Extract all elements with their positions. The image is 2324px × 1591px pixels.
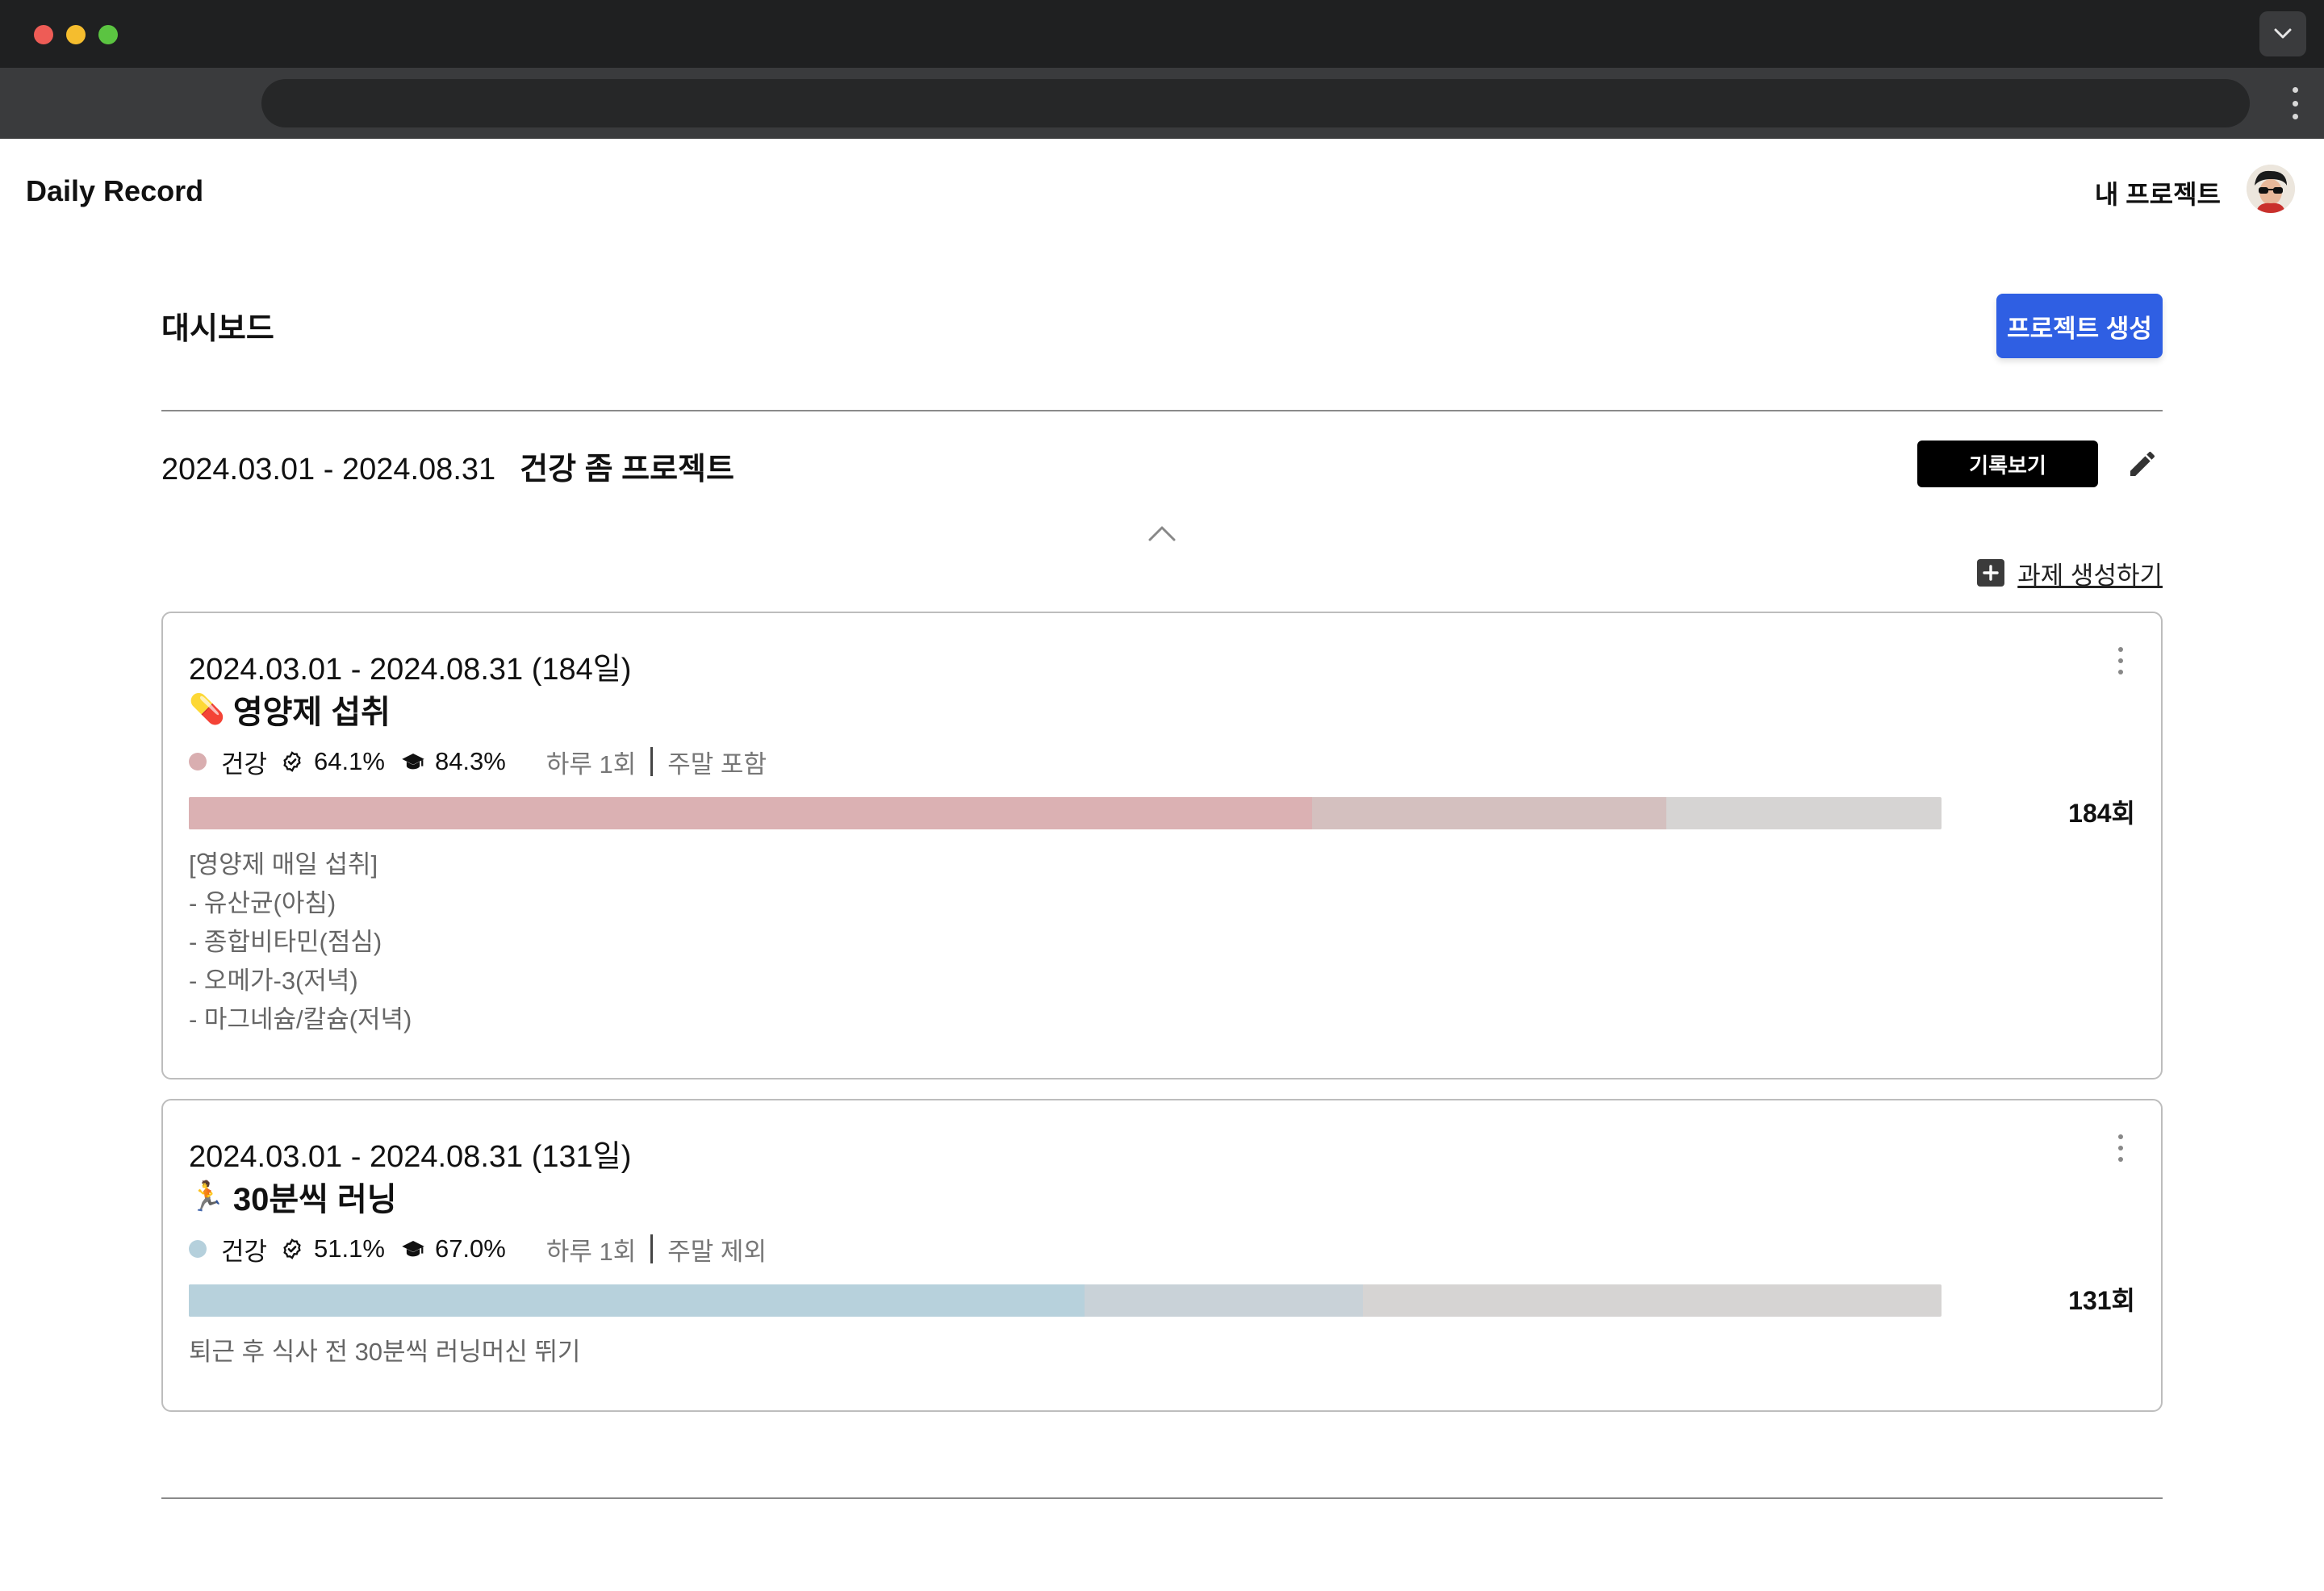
- task-description-line: - 마그네슘/칼슘(저녁): [189, 1005, 412, 1034]
- target-percent: 67.0%: [434, 1234, 506, 1263]
- my-projects-link[interactable]: 내 프로젝트: [2095, 174, 2221, 211]
- task-count: 131회: [2068, 1286, 2135, 1315]
- address-bar[interactable]: [261, 79, 2250, 127]
- view-records-button[interactable]: 기록보기: [1917, 441, 2098, 487]
- task-description-line: [영양제 매일 섭취]: [189, 850, 378, 879]
- task-card[interactable]: 2024.03.01 - 2024.08.31 (131일) 🏃 30분씩 러닝…: [161, 1099, 2163, 1412]
- task-card[interactable]: 2024.03.01 - 2024.08.31 (184일) 💊 영양제 섭취 …: [161, 612, 2163, 1079]
- progress-achieved-fill: [189, 1284, 1085, 1317]
- task-dates: 2024.03.01 - 2024.08.31 (184일): [189, 653, 632, 687]
- task-description-line: - 종합비타민(점심): [189, 928, 382, 956]
- task-description-line: - 유산균(아침): [189, 889, 336, 917]
- user-avatar[interactable]: [2247, 165, 2295, 213]
- browser-titlebar: [0, 0, 2324, 68]
- add-task-label: 과제 생성하기: [2017, 561, 2163, 590]
- pencil-icon: [2130, 451, 2155, 476]
- task-weekend-rule: 주말 제외: [667, 1237, 767, 1266]
- task-title-text: 30분씩 러닝: [232, 1182, 397, 1217]
- graduation-cap-icon: [401, 1237, 425, 1261]
- achieved-percent: 51.1%: [314, 1234, 385, 1263]
- maximize-window-button[interactable]: [98, 25, 118, 44]
- section-divider: [161, 1497, 2163, 1499]
- task-progress-bar: [189, 1284, 1942, 1317]
- task-meta: 건강 64.1% 84.3% 하루 1회 주말 포함: [189, 745, 767, 779]
- add-task-button[interactable]: 과제 생성하기: [1977, 557, 2163, 590]
- task-meta: 건강 51.1% 67.0% 하루 1회 주말 제외: [189, 1233, 767, 1266]
- browser-toolbar: [0, 68, 2324, 139]
- task-title: 🏃 30분씩 러닝: [189, 1173, 397, 1220]
- avatar-icon: [2247, 165, 2295, 213]
- task-description-line: 퇴근 후 식사 전 30분씩 러닝머신 뛰기: [189, 1338, 581, 1366]
- task-menu-button[interactable]: [2116, 1134, 2125, 1162]
- category-dot-icon: [189, 1240, 207, 1258]
- minimize-window-button[interactable]: [66, 25, 86, 44]
- create-project-button[interactable]: 프로젝트 생성: [1996, 294, 2163, 358]
- close-window-button[interactable]: [34, 25, 53, 44]
- task-title: 💊 영양제 섭취: [189, 686, 391, 733]
- progress-achieved-fill: [189, 797, 1313, 829]
- meta-separator: [650, 747, 654, 776]
- task-count: 184회: [2068, 799, 2135, 828]
- tab-dropdown-button[interactable]: [2259, 11, 2306, 56]
- edit-project-button[interactable]: [2122, 444, 2163, 484]
- brand-logo[interactable]: Daily Record: [26, 174, 203, 208]
- project-heading[interactable]: 2024.03.01 - 2024.08.31 건강 좀 프로젝트: [161, 444, 734, 488]
- browser-menu-button[interactable]: [2288, 87, 2301, 119]
- task-frequency: 하루 1회: [545, 1237, 637, 1266]
- target-percent: 84.3%: [434, 747, 506, 775]
- vertical-dots-icon: [2118, 647, 2123, 652]
- graduation-cap-icon: [401, 750, 425, 774]
- task-category: 건강: [221, 1237, 268, 1266]
- task-frequency: 하루 1회: [545, 750, 637, 779]
- plus-square-icon: [1977, 559, 2005, 587]
- meta-separator: [650, 1234, 654, 1263]
- achieved-percent: 64.1%: [314, 747, 385, 775]
- task-menu-button[interactable]: [2116, 647, 2125, 674]
- page-title: 대시보드: [161, 312, 274, 346]
- task-description-line: - 오메가-3(저녁): [189, 967, 358, 995]
- project-period: 2024.03.01 - 2024.08.31: [161, 453, 496, 486]
- collapse-project-button[interactable]: [1144, 521, 1180, 545]
- category-dot-icon: [189, 753, 207, 770]
- task-dates: 2024.03.01 - 2024.08.31 (131일): [189, 1140, 632, 1174]
- task-title-text: 영양제 섭취: [232, 695, 391, 730]
- task-category: 건강: [221, 750, 268, 779]
- vertical-dots-icon: [2292, 87, 2298, 93]
- task-weekend-rule: 주말 포함: [667, 750, 767, 779]
- chevron-up-icon: [1148, 526, 1176, 541]
- task-progress-bar: [189, 797, 1942, 829]
- project-name: 건강 좀 프로젝트: [520, 453, 734, 486]
- chevron-down-icon: [2274, 28, 2292, 39]
- pill-icon: 💊: [189, 692, 225, 725]
- task-description: [영양제 매일 섭취] - 유산균(아침) - 종합비타민(점심) - 오메가-3(저…: [189, 846, 412, 1039]
- task-description: 퇴근 후 식사 전 30분씩 러닝머신 뛰기: [189, 1333, 580, 1372]
- app-header: Daily Record 내 프로젝트: [0, 139, 2324, 244]
- check-badge-icon: [280, 750, 304, 774]
- check-badge-icon: [280, 1237, 304, 1261]
- section-divider: [161, 410, 2163, 411]
- vertical-dots-icon: [2118, 1134, 2123, 1139]
- runner-icon: 🏃: [189, 1180, 225, 1213]
